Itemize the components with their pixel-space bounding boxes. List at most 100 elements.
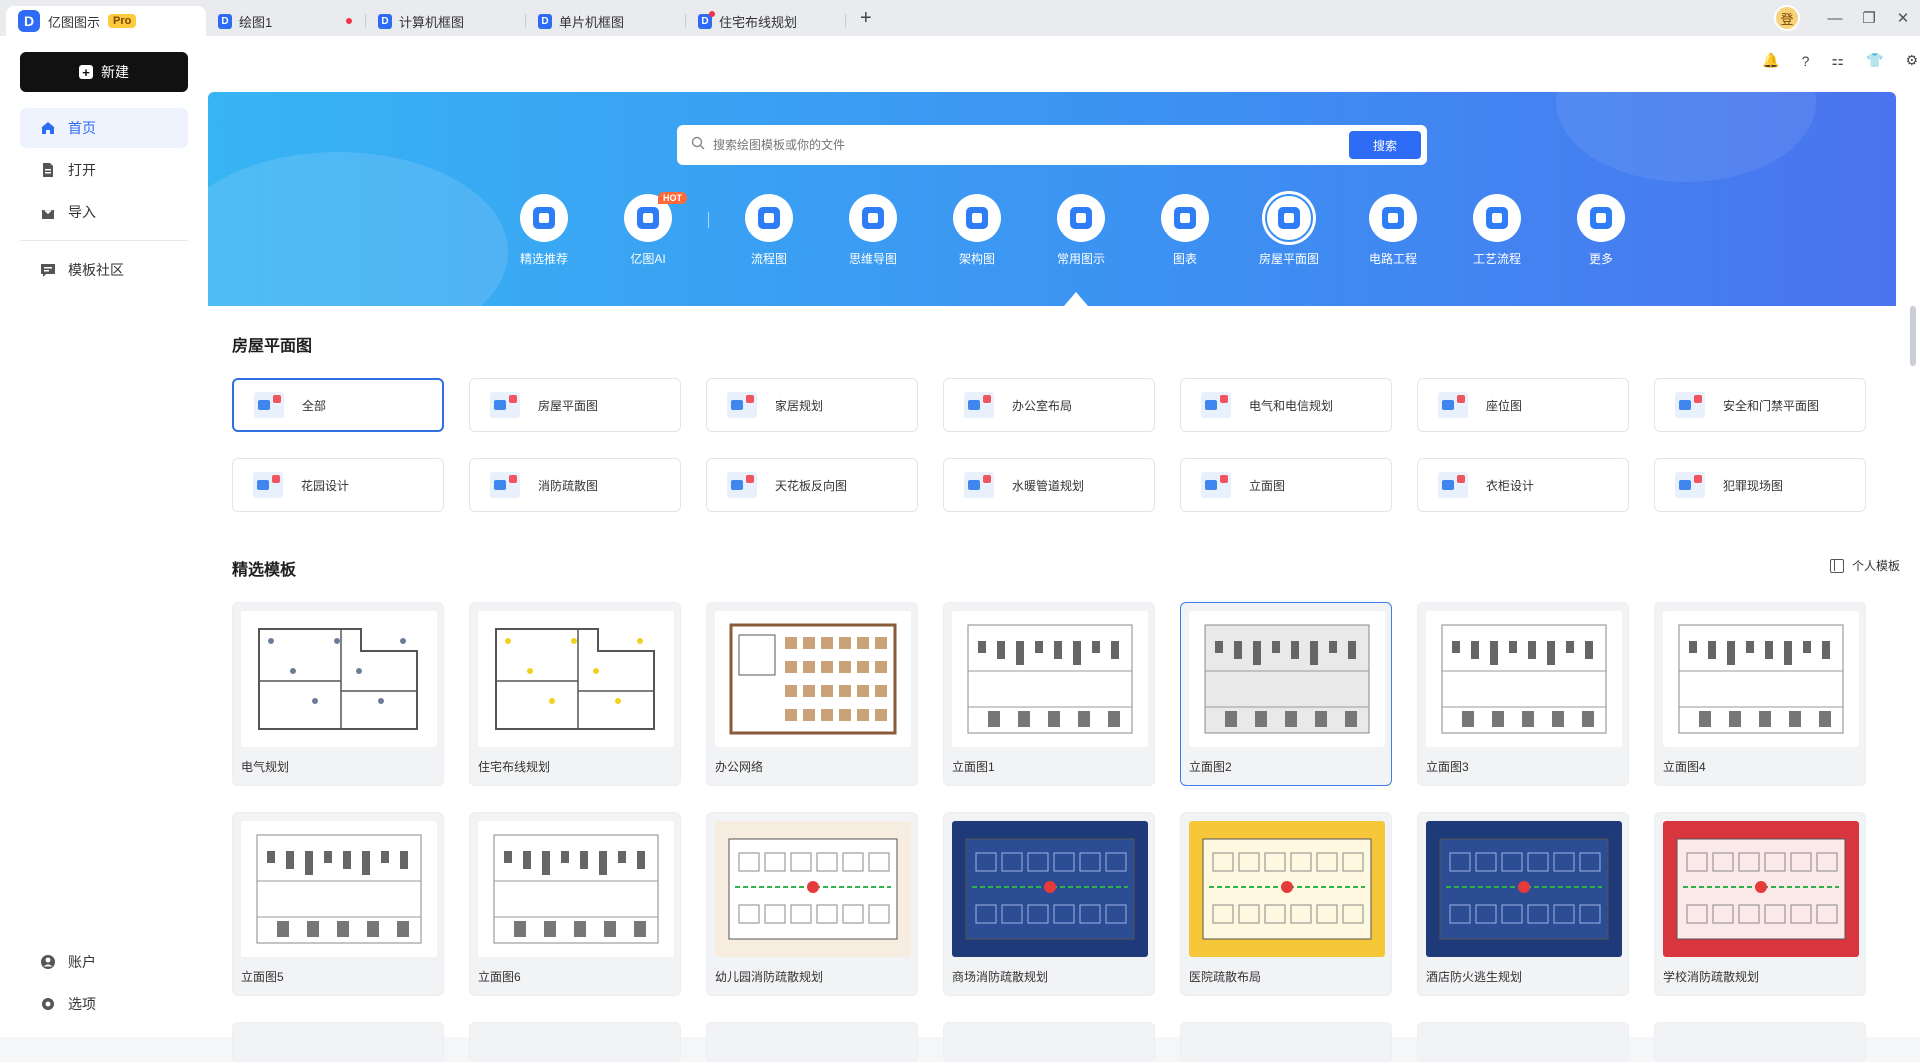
sidebar-item-options[interactable]: 选项 [20,984,188,1024]
template-title: 商场消防疏散规划 [952,970,1049,984]
floorplan-icon [490,472,520,498]
category-10[interactable]: 工艺流程 [1445,194,1549,267]
top-toolbar: 🔔 ? ⚏ 👕 ⚙ [1740,52,1918,69]
template-thumbnail [952,821,1148,957]
category-1[interactable]: 精选推荐 [492,194,596,267]
sidebar-item-account[interactable]: 账户 [20,942,188,982]
subcategory-item[interactable]: 办公室布局 [943,378,1155,432]
app-name: 亿图图示 [48,14,101,30]
subcategory-item[interactable]: 花园设计 [232,458,444,512]
template-card[interactable]: 立面图4 [1654,602,1866,786]
subcategory-label: 水暖管道规划 [1012,478,1085,493]
tab-label: 住宅布线规划 [719,14,798,30]
category-6[interactable]: 常用图示 [1029,194,1133,267]
tab-drawing[interactable]: D 绘图1 [206,6,366,36]
category-5[interactable]: 架构图 [925,194,1029,267]
tab-computer-diagram[interactable]: D 计算机框图 [366,6,526,36]
template-card[interactable]: 商场消防疏散规划 [943,812,1155,996]
template-card[interactable]: 幼儿园消防疏散规划 [706,812,918,996]
template-card[interactable]: 立面图5 [232,812,444,996]
subcategory-item[interactable]: 房屋平面图 [469,378,681,432]
template-card[interactable] [232,1022,444,1062]
category-label: 电路工程 [1368,252,1417,266]
template-card[interactable]: 办公网络 [706,602,918,786]
tab-mcu-diagram[interactable]: D 单片机框图 [526,6,686,36]
template-card[interactable]: 立面图2 [1180,602,1392,786]
search-input[interactable] [713,138,1349,152]
apps-icon[interactable]: ⚏ [1831,52,1844,69]
scrollbar[interactable] [1910,306,1916,366]
template-card[interactable]: 立面图1 [943,602,1155,786]
template-card[interactable]: 电气规划 [232,602,444,786]
template-card[interactable] [1417,1022,1629,1062]
template-card[interactable] [469,1022,681,1062]
personal-templates-link[interactable]: 个人模板 [1829,557,1900,574]
hot-badge: HOT [658,192,687,204]
search-button[interactable]: 搜索 [1349,131,1421,159]
template-card[interactable]: 立面图6 [469,812,681,996]
sidebar-item-home[interactable]: 首页 [20,108,188,148]
subcategory-item[interactable]: 立面图 [1180,458,1392,512]
skin-icon[interactable]: 👕 [1866,52,1883,69]
category-4[interactable]: 思维导图 [821,194,925,267]
close-icon[interactable]: ✕ [1886,9,1920,27]
template-card[interactable] [706,1022,918,1062]
template-thumbnail [241,821,437,957]
template-thumbnail [715,821,911,957]
subcategory-label: 房屋平面图 [538,398,599,413]
document-icon: D [378,13,392,29]
tab-label: 单片机框图 [559,14,625,30]
category-2[interactable]: HOT 亿图AI [596,192,700,267]
category-icon [1473,194,1521,242]
sidebar-item-import[interactable]: 导入 [20,192,188,232]
subcategory-item[interactable]: 水暖管道规划 [943,458,1155,512]
subcategory-item[interactable]: 全部 [232,378,444,432]
category-7[interactable]: 图表 [1133,194,1237,267]
subcategory-label: 安全和门禁平面图 [1723,398,1820,413]
subcategory-item[interactable]: 犯罪现场图 [1654,458,1866,512]
settings-icon[interactable]: ⚙ [1905,52,1918,69]
tab-home[interactable]: D 亿图图示 Pro [6,6,206,36]
template-title: 学校消防疏散规划 [1663,970,1760,984]
add-tab-button[interactable]: + [860,7,872,30]
subcategory-item[interactable]: 座位图 [1417,378,1629,432]
template-card[interactable]: 住宅布线规划 [469,602,681,786]
template-card[interactable] [1180,1022,1392,1062]
template-card[interactable]: 学校消防疏散规划 [1654,812,1866,996]
sidebar-item-label: 首页 [68,120,96,136]
subcategory-item[interactable]: 天花板反向图 [706,458,918,512]
avatar[interactable]: 登 [1774,5,1800,31]
restore-icon[interactable]: ❐ [1852,9,1886,27]
subcategory-label: 座位图 [1486,398,1523,413]
subcategory-item[interactable]: 安全和门禁平面图 [1654,378,1866,432]
category-11[interactable]: 更多 [1549,194,1653,267]
bell-icon[interactable]: 🔔 [1762,52,1779,69]
subcategory-item[interactable]: 家居规划 [706,378,918,432]
template-card[interactable] [943,1022,1155,1062]
category-3[interactable]: 流程图 [717,194,821,267]
minimize-icon[interactable]: — [1818,10,1852,27]
sidebar-item-label: 打开 [68,162,96,178]
subcategory-item[interactable]: 消防疏散图 [469,458,681,512]
template-card[interactable]: 立面图3 [1417,602,1629,786]
help-icon[interactable]: ? [1802,53,1810,69]
template-title: 医院疏散布局 [1189,970,1262,984]
template-card[interactable]: 酒店防火逃生规划 [1417,812,1629,996]
category-8[interactable]: 房屋平面图 [1237,194,1341,267]
template-thumbnail [952,611,1148,747]
sidebar-item-open[interactable]: 打开 [20,150,188,190]
template-title: 酒店防火逃生规划 [1426,970,1523,984]
category-label: 常用图示 [1056,252,1105,266]
floorplan-icon [490,392,520,418]
subcategory-item[interactable]: 衣柜设计 [1417,458,1629,512]
gear-icon [40,996,56,1012]
sidebar-item-community[interactable]: 模板社区 [20,250,188,290]
tab-home-wiring[interactable]: D 住宅布线规划 [686,6,846,36]
subcategory-item[interactable]: 电气和电信规划 [1180,378,1392,432]
category-9[interactable]: 电路工程 [1341,194,1445,267]
template-thumbnail [1189,821,1385,957]
template-card[interactable] [1654,1022,1866,1062]
new-button[interactable]: + 新建 [20,52,188,92]
template-card[interactable]: 医院疏散布局 [1180,812,1392,996]
floorplan-icon [964,472,994,498]
